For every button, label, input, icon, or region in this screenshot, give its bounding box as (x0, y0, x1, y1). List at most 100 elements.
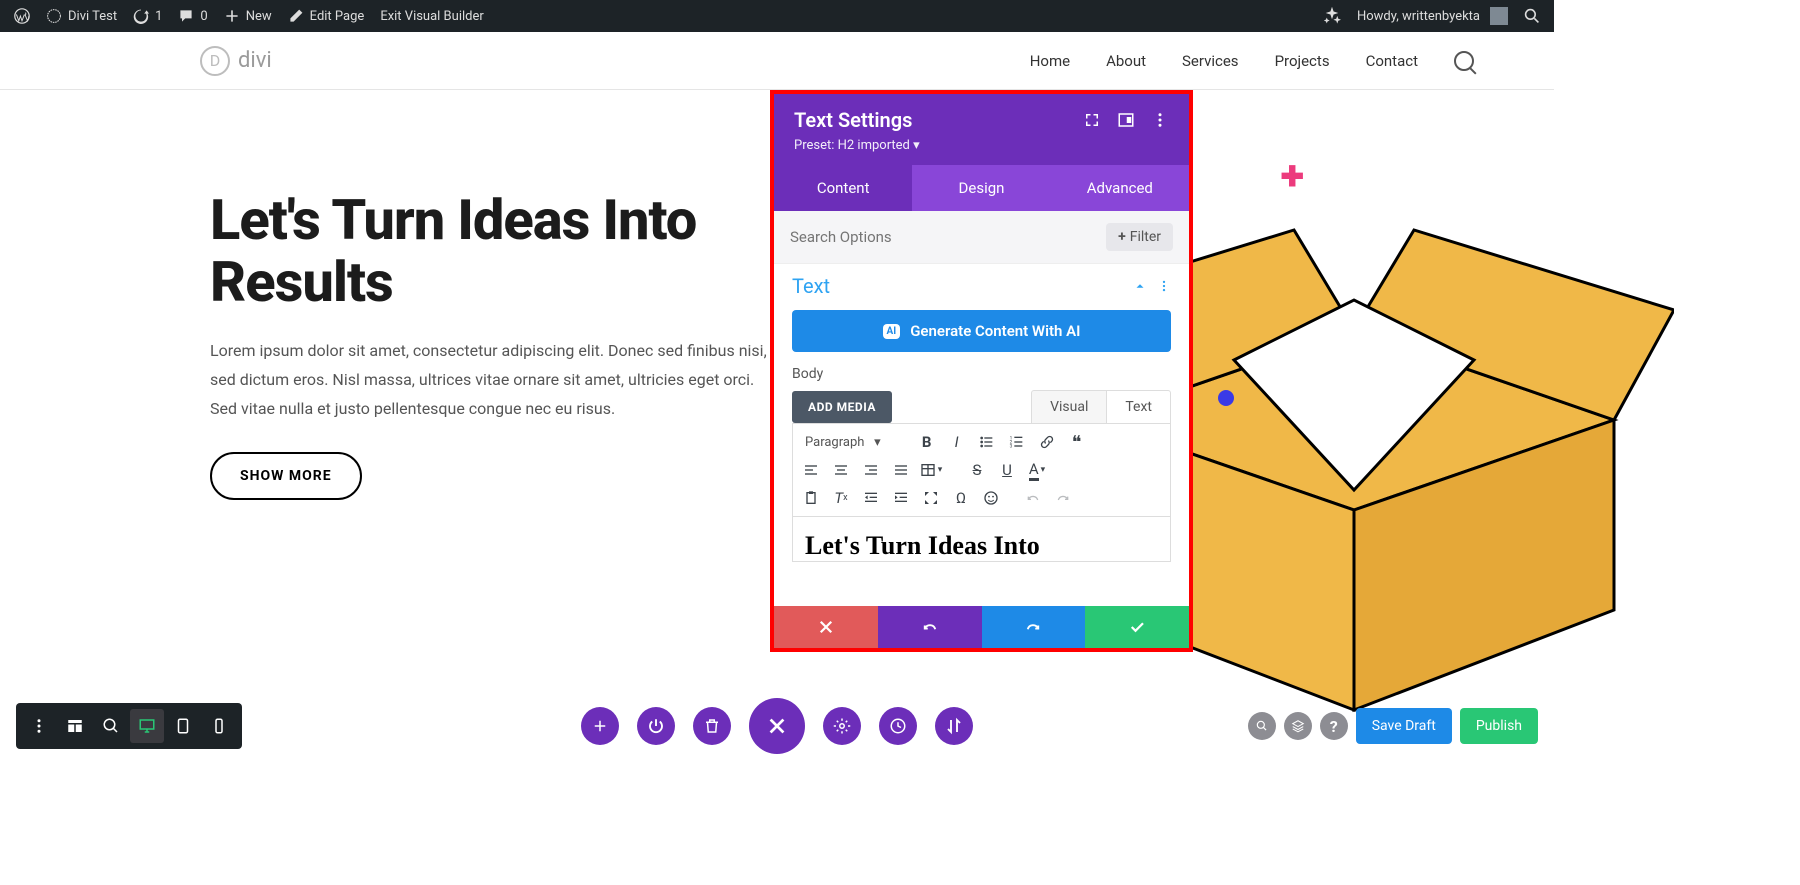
exit-visual-builder[interactable]: Exit Visual Builder (372, 0, 491, 32)
preset-dropdown[interactable]: Preset: H2 imported ▾ (794, 138, 1169, 153)
zoom-icon[interactable] (94, 709, 128, 743)
editor-tabs: Visual Text (1031, 390, 1171, 423)
edit-page[interactable]: Edit Page (280, 0, 373, 32)
kebab-icon[interactable] (1151, 111, 1169, 129)
redo-icon[interactable] (1049, 484, 1077, 512)
nav-projects[interactable]: Projects (1275, 52, 1330, 70)
trash-icon[interactable] (693, 707, 731, 745)
chevron-up-icon[interactable] (1133, 279, 1147, 293)
find-icon[interactable] (1248, 712, 1276, 740)
tab-design[interactable]: Design (912, 165, 1050, 211)
format-select[interactable]: Paragraph ▾ (797, 431, 911, 454)
special-char-icon[interactable]: Ω (947, 484, 975, 512)
nav-contact[interactable]: Contact (1366, 52, 1418, 70)
editor-tab-visual[interactable]: Visual (1031, 390, 1107, 423)
strike-icon[interactable]: S (963, 456, 991, 484)
quote-icon[interactable]: ❝ (1063, 428, 1091, 456)
modal-tabs: Content Design Advanced (774, 165, 1189, 211)
tablet-icon[interactable] (166, 709, 200, 743)
nav-about[interactable]: About (1106, 52, 1146, 70)
nav-home[interactable]: Home (1030, 52, 1070, 70)
page-canvas: ✚ Let's Turn Ideas Into Results Lorem ip… (0, 90, 1554, 764)
snap-icon[interactable] (1117, 111, 1135, 129)
textcolor-icon[interactable]: A▾ (1023, 456, 1051, 484)
publish-button[interactable]: Publish (1460, 708, 1538, 744)
show-more-button[interactable]: SHOW MORE (210, 452, 362, 500)
view-controls (16, 703, 242, 749)
table-icon[interactable]: ▾ (917, 456, 945, 484)
redo-button[interactable] (982, 606, 1086, 648)
hero-body: Lorem ipsum dolor sit amet, consectetur … (210, 337, 780, 423)
sort-icon[interactable] (935, 707, 973, 745)
editor-content[interactable]: Let's Turn Ideas Into (792, 517, 1171, 562)
search-icon[interactable] (1516, 0, 1548, 32)
align-center-icon[interactable] (827, 456, 855, 484)
updates[interactable]: 1 (125, 0, 170, 32)
comments[interactable]: 0 (170, 0, 215, 32)
fullscreen-icon[interactable] (917, 484, 945, 512)
discard-button[interactable] (774, 606, 878, 648)
nav-services[interactable]: Services (1182, 52, 1239, 70)
editor-tab-text[interactable]: Text (1107, 390, 1171, 423)
close-icon[interactable] (749, 698, 805, 754)
howdy-user[interactable]: Howdy, writtenbyekta (1349, 0, 1516, 32)
modal-footer (774, 606, 1189, 648)
align-justify-icon[interactable] (887, 456, 915, 484)
align-left-icon[interactable] (797, 456, 825, 484)
italic-icon[interactable]: I (943, 428, 971, 456)
menu-icon[interactable] (22, 709, 56, 743)
ai-badge-icon: AI (883, 324, 901, 339)
logo-icon: D (200, 46, 230, 76)
bold-icon[interactable]: B (913, 428, 941, 456)
ol-icon[interactable]: 123 (1003, 428, 1031, 456)
undo-icon[interactable] (1019, 484, 1047, 512)
expand-icon[interactable] (1083, 111, 1101, 129)
ul-icon[interactable] (973, 428, 1001, 456)
link-icon[interactable] (1033, 428, 1061, 456)
save-controls: ? Save Draft Publish (1248, 708, 1538, 744)
hero-title[interactable]: Let's Turn Ideas Into Results (210, 190, 780, 313)
hero-section: Let's Turn Ideas Into Results Lorem ipsu… (0, 90, 780, 500)
indent-icon[interactable] (887, 484, 915, 512)
phone-icon[interactable] (202, 709, 236, 743)
nav-search-icon[interactable] (1454, 51, 1474, 71)
new[interactable]: New (216, 0, 280, 32)
add-icon[interactable] (581, 707, 619, 745)
tab-content[interactable]: Content (774, 165, 912, 211)
modal-header: Text Settings Preset: H2 imported ▾ (774, 94, 1189, 165)
save-button[interactable] (1085, 606, 1189, 648)
desktop-icon[interactable] (130, 709, 164, 743)
site-name[interactable]: Divi Test (38, 0, 125, 32)
power-icon[interactable] (637, 707, 675, 745)
filter-button[interactable]: +Filter (1106, 223, 1173, 251)
search-row: +Filter (774, 211, 1189, 264)
wp-logo[interactable] (6, 0, 38, 32)
gear-icon[interactable] (823, 707, 861, 745)
section-kebab-icon[interactable] (1157, 279, 1171, 293)
undo-button[interactable] (878, 606, 982, 648)
wp-admin-bar: Divi Test 1 0 New Edit Page Exit Visual … (0, 0, 1554, 32)
section-text[interactable]: Text (774, 264, 1189, 304)
clear-format-icon[interactable]: Tx (827, 484, 855, 512)
wireframe-icon[interactable] (58, 709, 92, 743)
paste-icon[interactable] (797, 484, 825, 512)
builder-actions (581, 698, 973, 754)
builder-bar: ? Save Draft Publish (0, 700, 1554, 752)
tab-advanced[interactable]: Advanced (1051, 165, 1189, 211)
logo[interactable]: D divi (200, 46, 272, 76)
history-icon[interactable] (879, 707, 917, 745)
align-right-icon[interactable] (857, 456, 885, 484)
ai-sparkle-icon[interactable] (1315, 0, 1349, 32)
text-settings-modal: Text Settings Preset: H2 imported ▾ Cont… (770, 90, 1193, 652)
layers-icon[interactable] (1284, 712, 1312, 740)
add-media-button[interactable]: ADD MEDIA (792, 391, 892, 423)
save-draft-button[interactable]: Save Draft (1356, 708, 1452, 744)
site-header: D divi Home About Services Projects Cont… (0, 32, 1554, 90)
underline-icon[interactable]: U (993, 456, 1021, 484)
generate-ai-button[interactable]: AI Generate Content With AI (792, 310, 1171, 352)
emoji-icon[interactable] (977, 484, 1005, 512)
search-options-input[interactable] (790, 228, 1106, 246)
outdent-icon[interactable] (857, 484, 885, 512)
body-label: Body (774, 366, 1189, 390)
help-icon[interactable]: ? (1320, 712, 1348, 740)
